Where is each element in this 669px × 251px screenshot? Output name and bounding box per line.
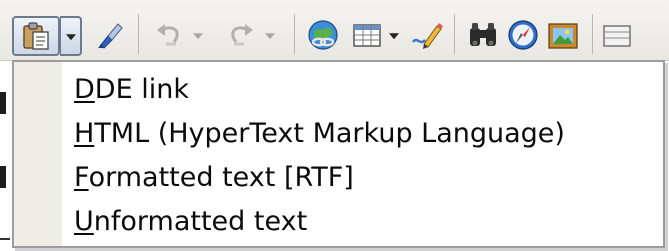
insert-table-dropdown-button[interactable] <box>388 30 400 40</box>
toolbar-separator <box>294 14 295 54</box>
navigator-button[interactable] <box>506 18 540 52</box>
hyperlink-icon <box>308 20 338 50</box>
paste-dropdown-button[interactable] <box>60 16 82 56</box>
menu-item-mnemonic: H <box>74 118 95 149</box>
table-icon <box>353 24 381 47</box>
clone-formatting-button[interactable] <box>92 18 126 52</box>
menu-item-label: TML (HyperText Markup Language) <box>94 118 565 149</box>
standard-toolbar <box>0 0 669 61</box>
clone-formatting-brush-icon <box>98 23 123 49</box>
menu-item-mnemonic: D <box>74 74 95 105</box>
menu-item-label: nformatted text <box>93 206 308 237</box>
chevron-down-icon <box>265 33 275 40</box>
undo-icon <box>157 24 179 46</box>
toolbar-separator <box>138 14 139 54</box>
data-sources-icon <box>603 25 631 47</box>
menu-item-formatted-text-rtf[interactable]: Formatted text [RTF] <box>62 156 663 200</box>
gallery-button[interactable] <box>546 18 580 52</box>
redo-button[interactable] <box>224 18 258 52</box>
menu-item-label: DE link <box>94 74 189 105</box>
document-edge-mark <box>0 92 6 114</box>
toolbar-separator <box>454 14 455 54</box>
show-draw-functions-button[interactable] <box>410 18 444 52</box>
paste-button[interactable] <box>12 16 60 56</box>
menu-item-label: ormatted text [RTF] <box>88 162 354 193</box>
data-sources-button[interactable] <box>602 18 636 52</box>
redo-dropdown-button[interactable] <box>264 30 276 40</box>
menu-item-mnemonic: U <box>74 206 94 237</box>
gallery-icon <box>548 23 578 49</box>
hyperlink-button[interactable] <box>306 18 340 52</box>
document-edge-mark <box>0 166 6 188</box>
show-draw-functions-icon <box>412 23 443 49</box>
paste-icon <box>20 20 52 52</box>
undo-dropdown-button[interactable] <box>192 30 204 40</box>
menu-item-unformatted-text[interactable]: Unformatted text <box>62 200 663 244</box>
toolbar-separator <box>592 14 593 54</box>
find-replace-button[interactable] <box>466 18 500 52</box>
navigator-compass-icon <box>508 20 538 50</box>
document-edge-line <box>0 238 10 240</box>
chevron-down-icon <box>193 33 203 40</box>
paste-special-menu: DDE link HTML (HyperText Markup Language… <box>12 60 665 248</box>
chevron-down-icon <box>65 34 76 41</box>
chevron-down-icon <box>389 33 399 40</box>
menu-item-mnemonic: F <box>74 162 89 193</box>
menu-icon-gutter <box>14 62 62 246</box>
undo-button[interactable] <box>152 18 186 52</box>
menu-item-dde-link[interactable]: DDE link <box>62 68 663 112</box>
menu-item-html[interactable]: HTML (HyperText Markup Language) <box>62 112 663 156</box>
redo-icon <box>231 24 253 46</box>
find-replace-binoculars-icon <box>470 23 496 46</box>
insert-table-button[interactable] <box>350 18 384 52</box>
